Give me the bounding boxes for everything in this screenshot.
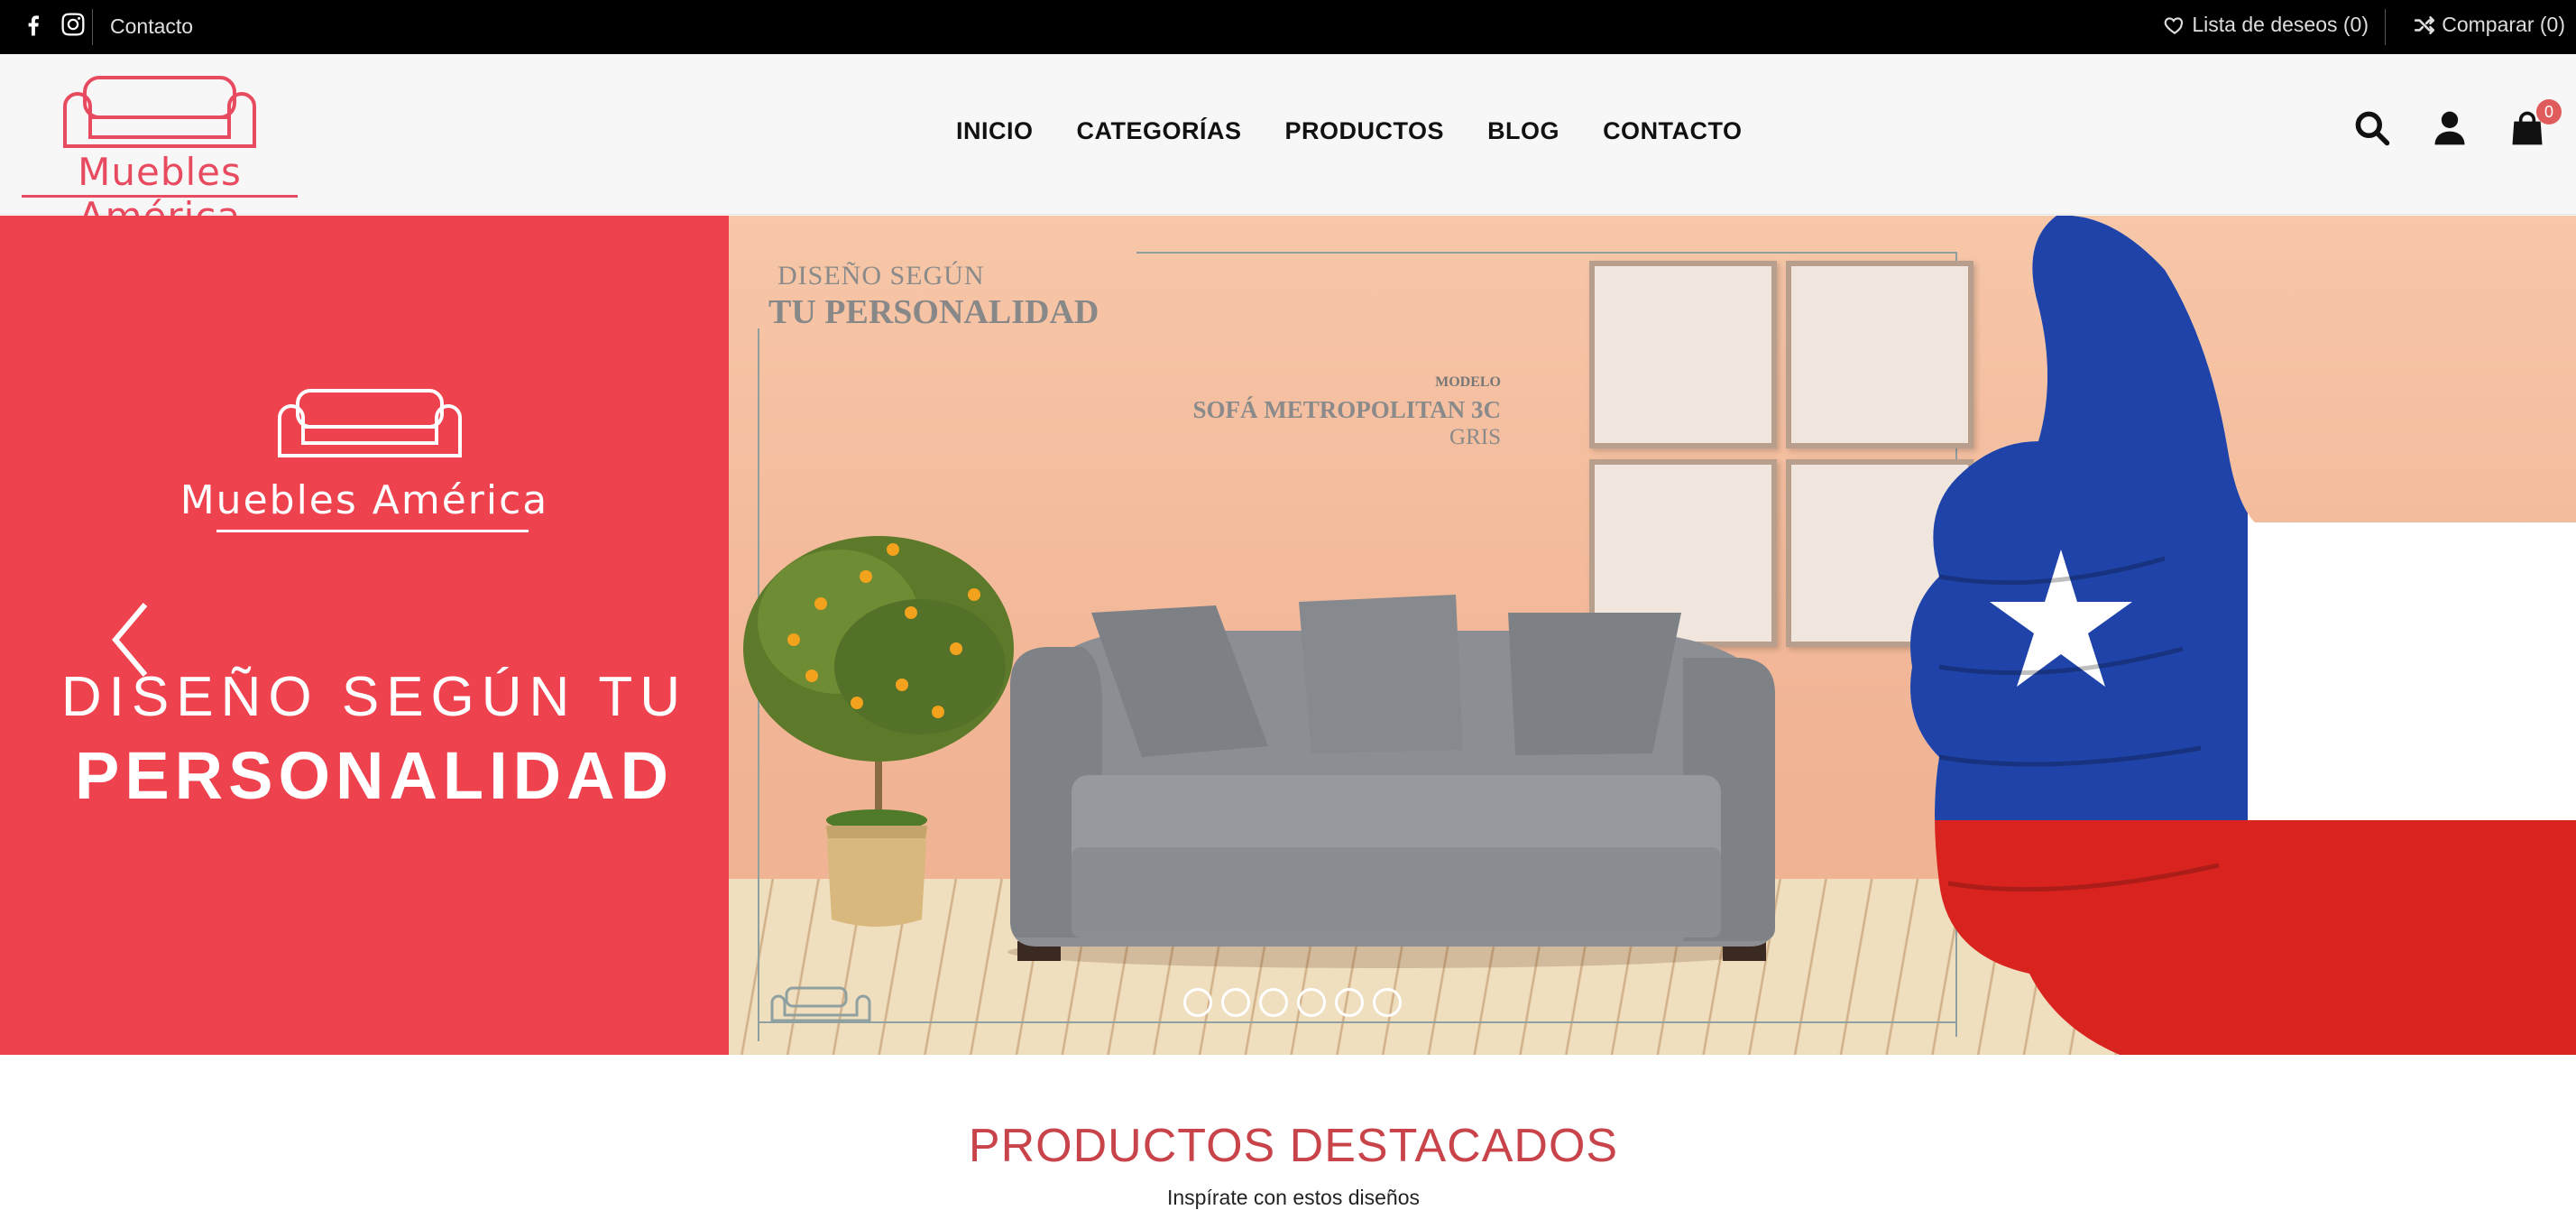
chevron-right-icon — [2437, 603, 2473, 677]
featured-subtitle: Inspírate con estos diseños — [1167, 1186, 1420, 1209]
top-bar: Contacto Lista de deseos (0) Comparar (0… — [0, 0, 2576, 54]
nav-contacto[interactable]: CONTACTO — [1603, 117, 1743, 145]
slider-next-button[interactable] — [2426, 599, 2480, 680]
topbar-contact-link[interactable]: Contacto — [110, 14, 193, 39]
potted-tree-icon — [743, 536, 1014, 927]
wishlist-label: Lista de deseos (0) — [2192, 13, 2369, 36]
header-actions: 0 — [2352, 99, 2562, 150]
nav-inicio[interactable]: INICIO — [956, 117, 1034, 145]
slider-dot[interactable] — [1335, 988, 1364, 1017]
slider-dot[interactable] — [1221, 988, 1250, 1017]
hero-logo — [207, 387, 532, 477]
brand-logo[interactable]: Muebles América — [22, 72, 298, 238]
shuffle-icon — [2413, 14, 2436, 37]
main-nav: INICIO CATEGORÍAS PRODUCTOS BLOG CONTACT… — [956, 117, 1743, 145]
cart-count-badge: 0 — [2536, 99, 2562, 125]
slider-prev-button[interactable] — [105, 599, 159, 680]
slider-pagination — [1183, 988, 1402, 1017]
compare-label: Comparar (0) — [2442, 13, 2565, 36]
slider-dot[interactable] — [1183, 988, 1212, 1017]
hero-slider: DISEÑO SEGÚN TU PERSONALIDAD MODELO SOFÁ… — [0, 216, 2576, 1055]
site-header: Muebles América INICIO CATEGORÍAS PRODUC… — [0, 54, 2576, 238]
social-links — [20, 11, 87, 38]
slider-dot[interactable] — [1373, 988, 1402, 1017]
instagram-icon[interactable] — [60, 11, 87, 38]
divider — [92, 9, 93, 45]
cart-icon[interactable]: 0 — [2507, 99, 2562, 150]
hero-brand-name: Muebles América — [179, 477, 549, 523]
search-icon[interactable] — [2352, 108, 2394, 150]
slider-dot[interactable] — [1259, 988, 1288, 1017]
wishlist-link[interactable]: Lista de deseos (0) — [2163, 13, 2369, 37]
sofa-icon — [1007, 595, 1775, 968]
compare-link[interactable]: Comparar (0) — [2413, 13, 2565, 37]
chevron-left-icon — [112, 603, 148, 677]
divider — [2385, 9, 2386, 45]
sofa-logo-icon — [63, 76, 256, 148]
hero-title-line2: PERSONALIDAD — [74, 738, 675, 813]
nav-blog[interactable]: BLOG — [1487, 117, 1559, 145]
heart-icon — [2163, 14, 2186, 37]
featured-title: PRODUCTOS DESTACADOS — [968, 1120, 1619, 1172]
facebook-icon[interactable] — [20, 11, 47, 38]
nav-categorias[interactable]: CATEGORÍAS — [1077, 117, 1242, 145]
sofa-logo-icon — [278, 389, 462, 457]
sofa-watermark-icon — [770, 986, 871, 1022]
nav-productos[interactable]: PRODUCTOS — [1285, 117, 1445, 145]
brand-underline — [22, 195, 298, 198]
hero-brand-underline — [216, 530, 529, 532]
slider-dot[interactable] — [1297, 988, 1326, 1017]
user-icon[interactable] — [2430, 108, 2471, 150]
